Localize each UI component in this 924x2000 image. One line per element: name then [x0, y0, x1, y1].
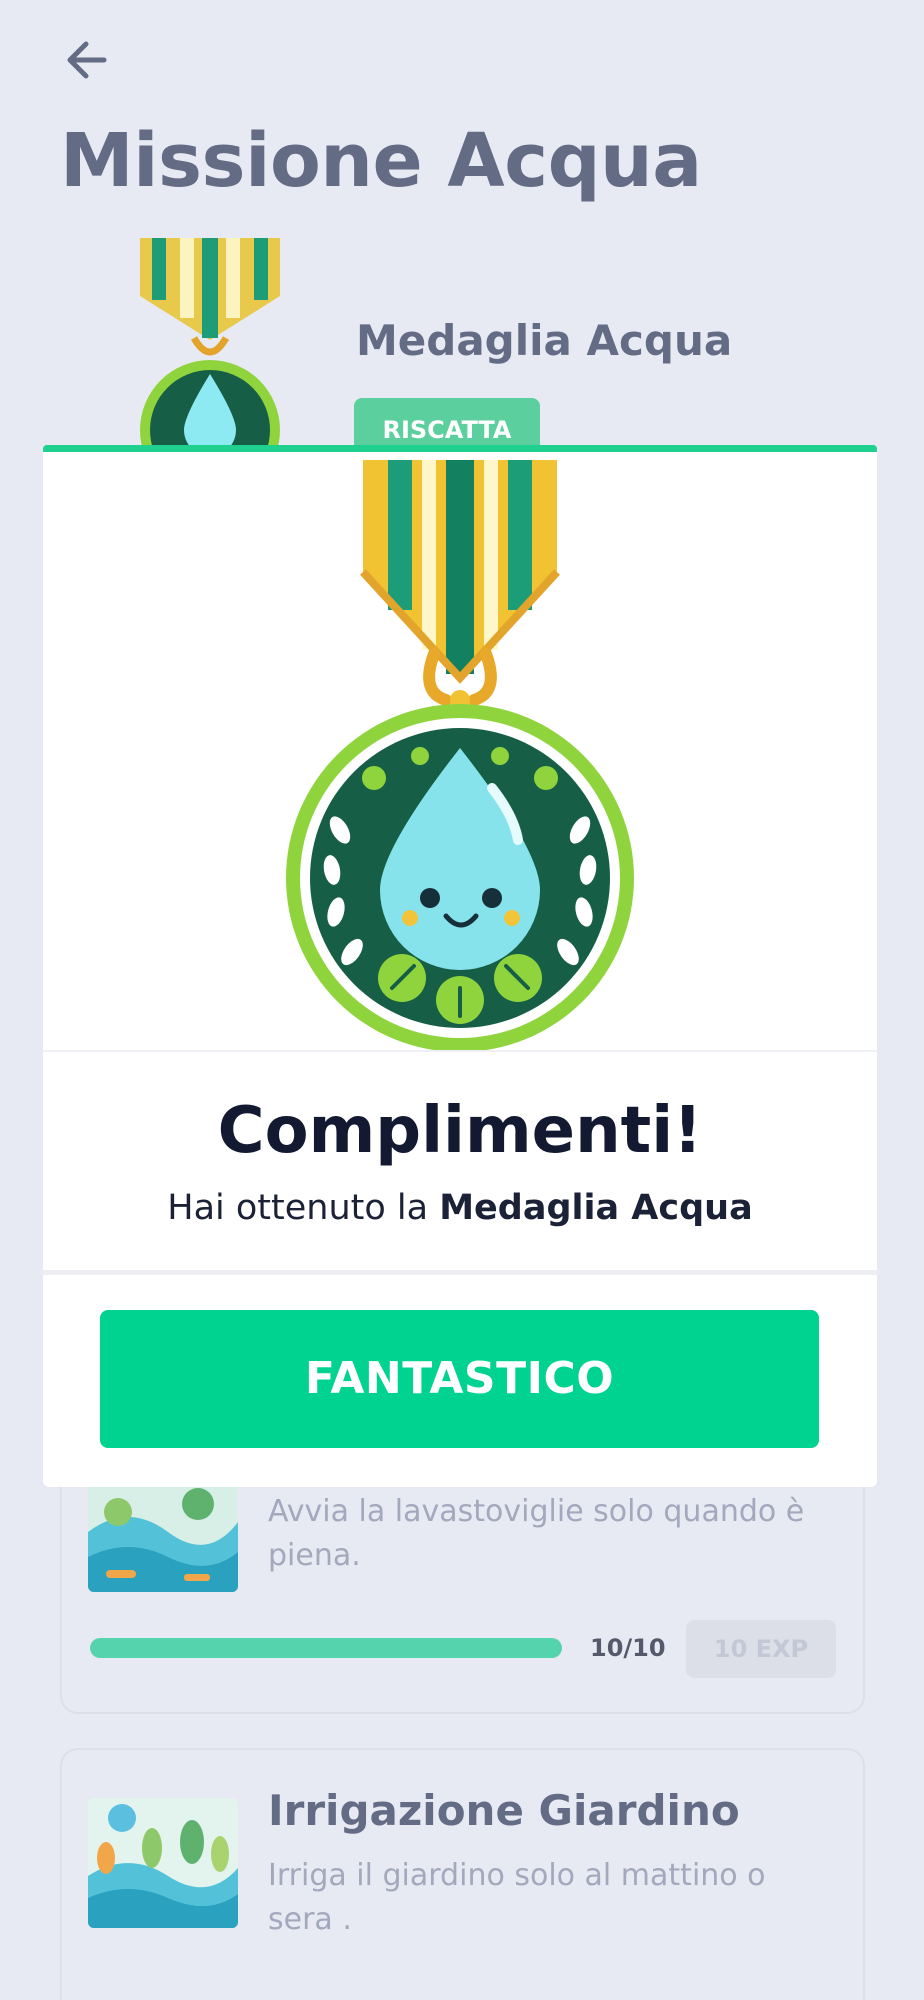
divider — [43, 1270, 877, 1275]
reward-button[interactable]: 10 EXP — [686, 1620, 836, 1678]
progress-fill — [90, 1638, 562, 1658]
achievement-modal: Complimenti! Hai ottenuto la Medaglia Ac… — [43, 445, 877, 1487]
subtitle-text: Hai ottenuto la — [167, 1188, 440, 1228]
mission-thumbnail — [88, 1798, 238, 1928]
water-medal-icon — [110, 234, 310, 500]
back-arrow-icon — [67, 41, 107, 79]
water-medal-icon — [286, 460, 634, 1050]
mission-description: Avvia la lavastoviglie solo quando è pie… — [268, 1494, 805, 1573]
mission-name: Irrigazione Giardino — [268, 1786, 740, 1835]
medal-title: Medaglia Acqua — [356, 316, 733, 365]
divider — [43, 1050, 877, 1052]
modal-title: Complimenti! — [217, 1094, 703, 1168]
progress-bar — [90, 1638, 562, 1658]
subtitle-medal-name: Medaglia Acqua — [439, 1188, 753, 1228]
back-button[interactable] — [60, 34, 116, 86]
claim-button[interactable]: RISCATTA — [354, 398, 540, 452]
mission-card: Irrigazione Giardino Irriga il giardino … — [60, 1748, 865, 2000]
mission-description: Irriga il giardino solo al mattino o ser… — [268, 1858, 766, 1937]
fantastic-button[interactable]: FANTASTICO — [100, 1310, 819, 1448]
modal-subtitle: Hai ottenuto la Medaglia Acqua — [43, 1188, 877, 1228]
page-title: Missione Acqua — [60, 118, 702, 204]
progress-count: 10/10 — [590, 1634, 666, 1662]
